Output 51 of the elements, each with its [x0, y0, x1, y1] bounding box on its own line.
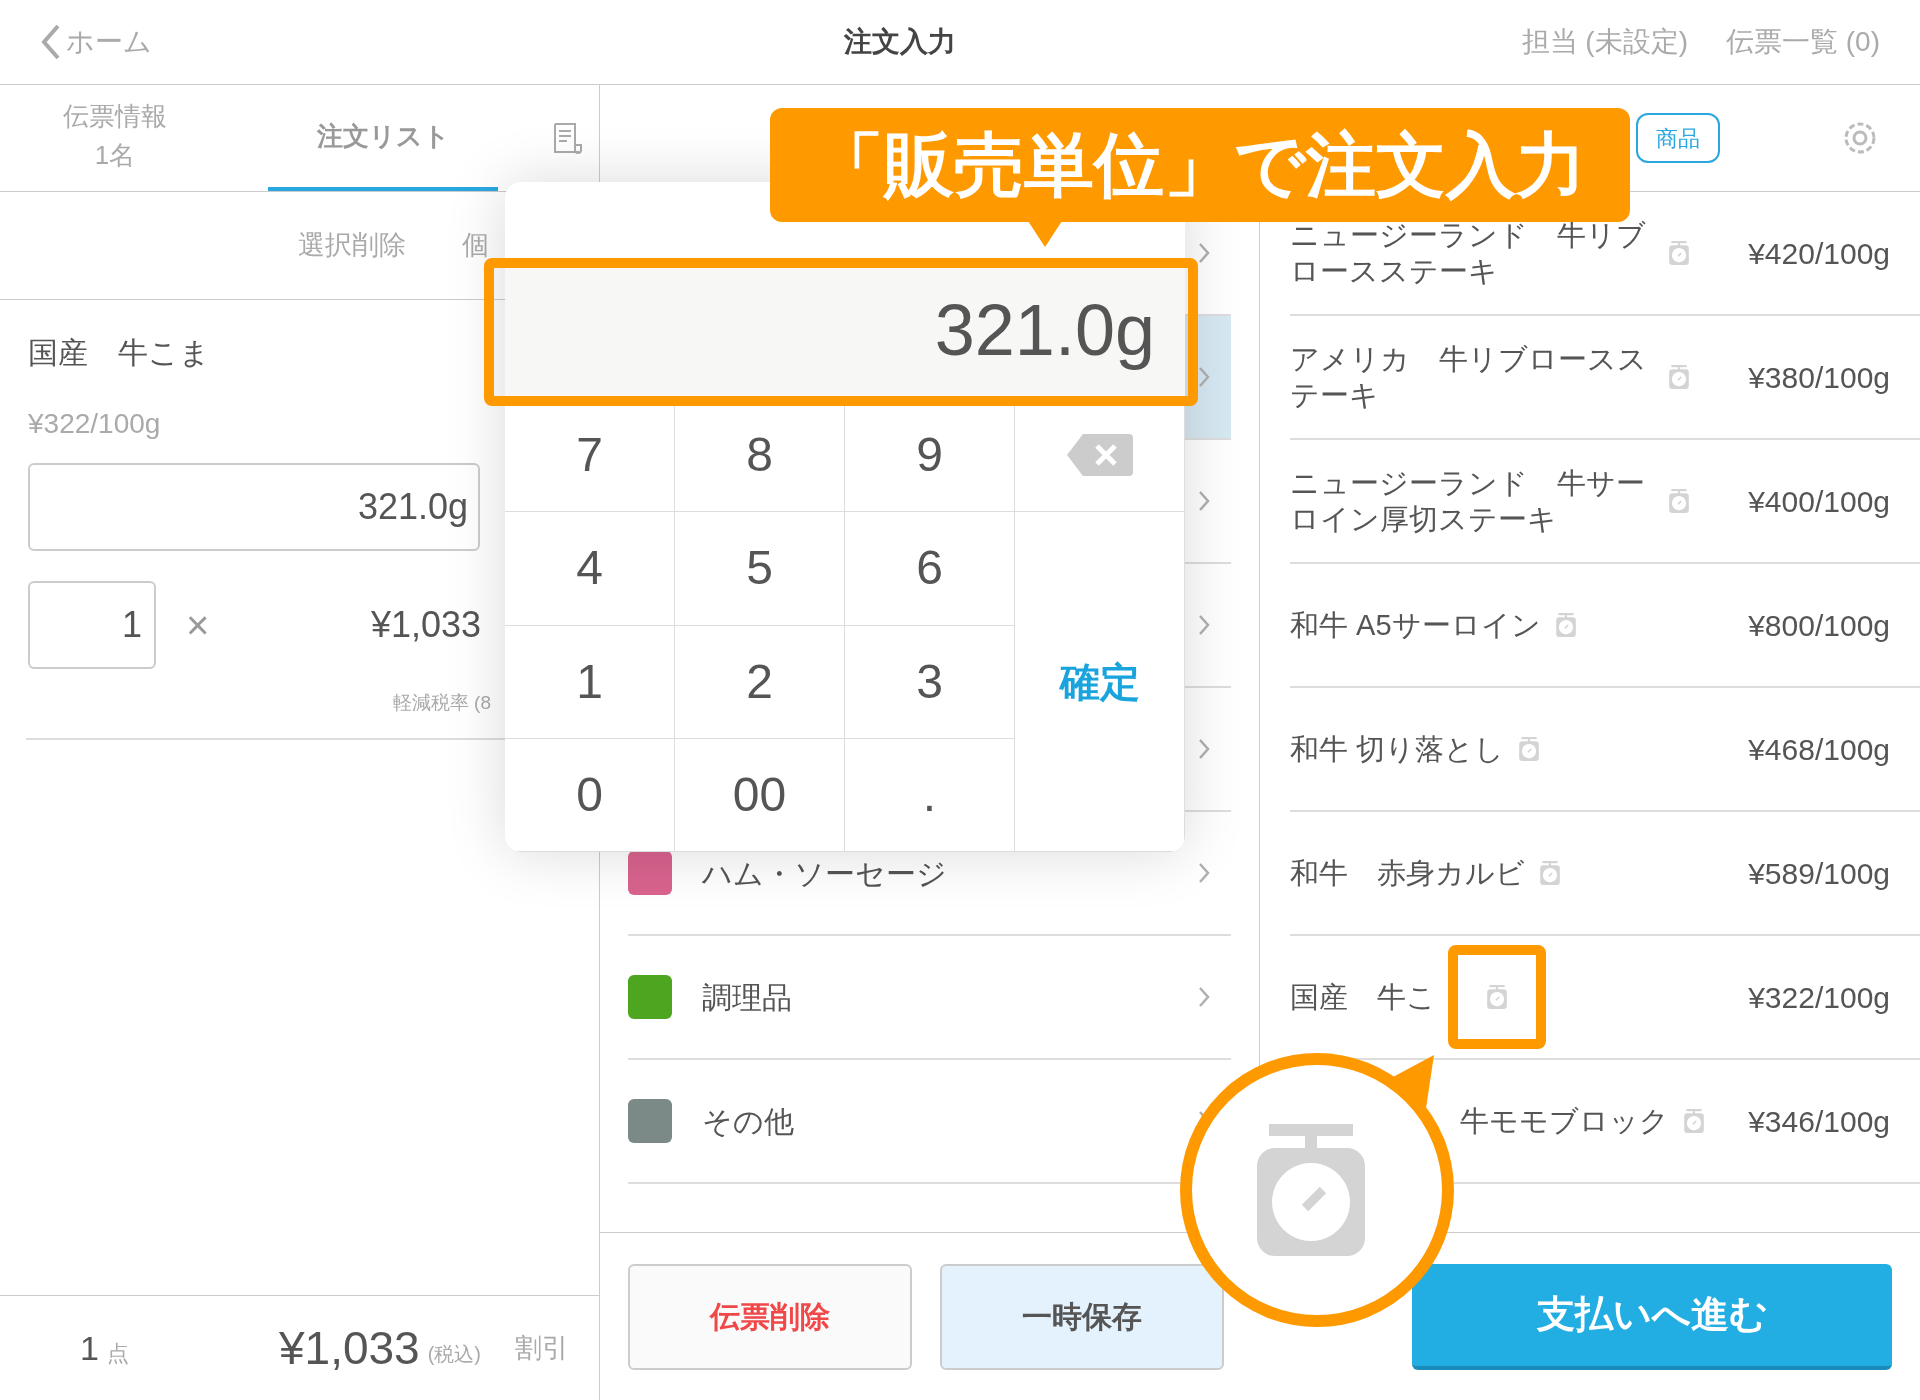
chevron-icon [1197, 861, 1211, 885]
chevron-icon [1197, 737, 1211, 761]
keypad-key[interactable]: . [845, 738, 1015, 852]
chevron-icon [1197, 365, 1211, 389]
callout-pointer [1028, 221, 1062, 247]
page-title: 注文入力 [844, 25, 956, 59]
category-row[interactable]: 調理品 [628, 936, 1231, 1060]
unit-price: ¥322/100g [28, 407, 162, 441]
total-amount: ¥1,033 [278, 1320, 420, 1376]
product-row[interactable]: アメリカ 牛リブロースステーキ ¥380/100g [1290, 316, 1920, 440]
weight-field[interactable]: 321.0g [28, 463, 480, 551]
product-row[interactable]: 和牛 A5サーロイン ¥800/100g [1290, 564, 1920, 688]
keypad-key[interactable]: 0 [505, 738, 675, 852]
scale-icon [1518, 737, 1541, 761]
tax-included-note: (税込) [427, 1342, 481, 1367]
backspace-icon [1064, 432, 1135, 479]
chevron-icon [1197, 985, 1211, 1009]
scale-icon [1668, 489, 1690, 513]
keypad-key[interactable]: 1 [505, 625, 675, 739]
count-unit: 点 [106, 1339, 129, 1368]
keypad-key[interactable]: 9 [845, 399, 1015, 513]
keypad-key[interactable]: 6 [845, 512, 1015, 626]
keypad-key[interactable]: 00 [675, 738, 845, 852]
scale-icon [1668, 241, 1690, 265]
keypad-key[interactable]: 5 [675, 512, 845, 626]
scale-icon [1668, 365, 1690, 389]
product-row[interactable]: 和牛 切り落とし ¥468/100g [1290, 688, 1920, 812]
product-row[interactable]: 和牛 赤身カルビ ¥589/100g [1290, 812, 1920, 936]
tax-rate-label: 軽減税率 (8 [392, 691, 491, 715]
keypad-key[interactable]: 2 [675, 625, 845, 739]
callout-tooltip: 「販売単位」で注文入力 [770, 108, 1630, 222]
product-row[interactable]: ニュージーランド 牛サーロイン厚切ステーキ ¥400/100g [1290, 440, 1920, 564]
scale-icon [1683, 1109, 1705, 1133]
scale-icon [1486, 985, 1508, 1009]
chevron-left-icon [40, 22, 62, 62]
scale-icon [1539, 861, 1561, 885]
scale-icon [1554, 613, 1577, 637]
chevron-icon [1197, 241, 1211, 265]
item-name: 国産 牛こま [28, 335, 211, 371]
keypad-key[interactable]: 7 [505, 399, 675, 513]
delete-slip-button[interactable]: 伝票削除 [628, 1263, 912, 1370]
keypad-key[interactable]: 4 [505, 512, 675, 626]
chevron-icon [1197, 613, 1211, 637]
item-count: 1 [80, 1327, 99, 1369]
item-amount: ¥1,033 [370, 603, 481, 647]
keypad-key[interactable]: 8 [675, 399, 845, 513]
times-sign: × [186, 602, 210, 649]
chevron-icon [1197, 489, 1211, 513]
hold-button[interactable]: 一時保存 [940, 1263, 1224, 1370]
quantity-field[interactable]: 1 [28, 581, 156, 669]
keypad-key[interactable]: 3 [845, 625, 1015, 739]
